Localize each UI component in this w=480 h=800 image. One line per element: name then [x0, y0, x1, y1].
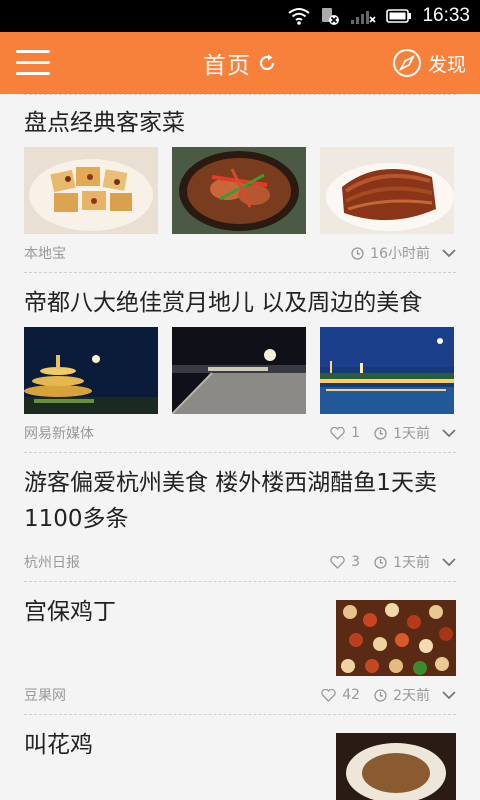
food-thumbnail[interactable]: [336, 733, 456, 800]
card-title[interactable]: 游客偏爱杭州美食 楼外楼西湖醋鱼1天卖1100多条: [24, 465, 456, 537]
card-meta: 本地宝 16小时前: [24, 234, 456, 272]
status-bar: 16:33: [0, 0, 480, 32]
compass-icon: [392, 48, 422, 78]
chevron-down-icon[interactable]: [442, 428, 456, 438]
menu-button[interactable]: [16, 50, 50, 76]
wifi-icon: [288, 7, 311, 25]
source-label: 豆果网: [24, 688, 66, 704]
chevron-down-icon[interactable]: [442, 557, 456, 567]
discover-label: 发现: [427, 53, 466, 76]
feed-card[interactable]: 游客偏爱杭州美食 楼外楼西湖醋鱼1天卖1100多条 杭州日报 3 1天前: [24, 452, 456, 581]
card-title[interactable]: 帝都八大绝佳赏月地儿 以及周边的美食: [24, 285, 456, 321]
card-meta: 网易新媒体 1 1天前: [24, 414, 456, 452]
heart-icon[interactable]: [330, 426, 345, 440]
source-label: 本地宝: [24, 246, 66, 262]
feed-card[interactable]: 盘点经典客家菜 本地宝 16小时前: [24, 94, 456, 272]
like-count: 3: [351, 554, 361, 570]
photo-thumbnail[interactable]: [24, 327, 158, 414]
refresh-icon[interactable]: [257, 53, 277, 73]
card-title[interactable]: 宫保鸡丁: [24, 594, 336, 630]
chevron-down-icon[interactable]: [442, 690, 456, 700]
card-meta: 豆果网 42 2天前: [24, 676, 456, 714]
app-header: 首页 发现: [0, 32, 480, 94]
time-label: 1天前: [393, 426, 430, 442]
heart-icon[interactable]: [321, 688, 336, 702]
feed-card[interactable]: 宫保鸡丁 豆果网 42 2天前: [24, 581, 456, 714]
clock: 16:33: [422, 5, 470, 26]
card-title[interactable]: 盘点经典客家菜: [24, 105, 456, 141]
card-title[interactable]: 叫花鸡: [24, 727, 336, 763]
source-label: 杭州日报: [24, 555, 80, 571]
chevron-down-icon[interactable]: [442, 248, 456, 258]
time-label: 1天前: [393, 555, 430, 571]
food-thumbnail[interactable]: [336, 600, 456, 676]
clock-icon: [374, 555, 387, 569]
food-thumbnail[interactable]: [172, 147, 306, 234]
like-count: 42: [342, 687, 361, 703]
food-thumbnail[interactable]: [320, 147, 454, 234]
food-thumbnail[interactable]: [24, 147, 158, 234]
sim-error-icon: [320, 6, 340, 26]
news-feed[interactable]: 盘点经典客家菜 本地宝 16小时前 帝都八大绝佳赏月地儿 以及周边的美食 网易新…: [0, 94, 480, 800]
heart-icon[interactable]: [330, 555, 345, 569]
clock-icon: [351, 246, 364, 260]
source-label: 网易新媒体: [24, 426, 94, 442]
time-label: 16小时前: [370, 246, 430, 262]
feed-card[interactable]: 帝都八大绝佳赏月地儿 以及周边的美食 网易新媒体 1 1天前: [24, 272, 456, 452]
photo-thumbnail[interactable]: [172, 327, 306, 414]
signal-icon: [350, 7, 377, 25]
menu-icon-bar: [16, 72, 50, 75]
menu-icon-bar: [16, 50, 50, 53]
page-title: 首页: [203, 53, 251, 79]
battery-icon: [386, 8, 412, 24]
discover-button[interactable]: 发现: [392, 46, 466, 80]
time-label: 2天前: [393, 688, 430, 704]
card-meta: 杭州日报 3 1天前: [24, 543, 456, 581]
like-count: 1: [351, 425, 361, 441]
clock-icon: [374, 426, 387, 440]
clock-icon: [374, 688, 387, 702]
photo-thumbnail[interactable]: [320, 327, 454, 414]
feed-card[interactable]: 叫花鸡: [24, 714, 456, 800]
menu-icon-bar: [16, 61, 50, 64]
